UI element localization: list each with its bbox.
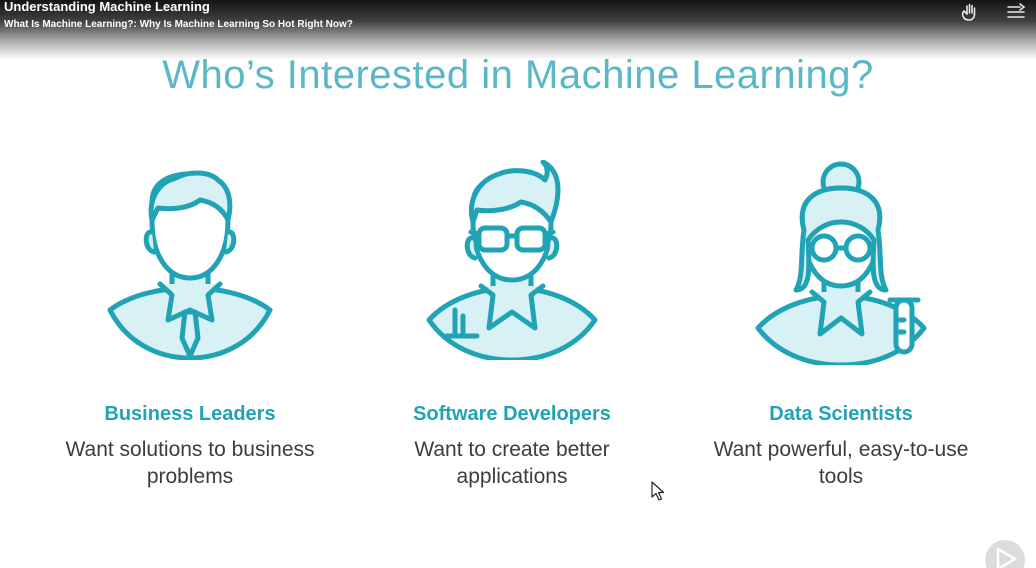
persona-name: Software Developers	[413, 403, 611, 425]
persona-description: Want to create better applications	[414, 438, 610, 488]
play-icon	[996, 547, 1017, 568]
menu-arrow-icon[interactable]	[1006, 2, 1028, 22]
data-scientist-icon	[755, 161, 927, 365]
persona-description: Want solutions to business problems	[65, 438, 315, 488]
video-player[interactable]: Understanding Machine Learning What Is M…	[0, 0, 1036, 568]
persona-name: Business Leaders	[104, 403, 276, 425]
course-title: Understanding Machine Learning	[4, 0, 210, 14]
business-leader-icon	[107, 170, 273, 360]
player-header: Understanding Machine Learning What Is M…	[0, 0, 1036, 60]
software-developer-icon	[426, 160, 598, 360]
persona-description: Want powerful, easy-to-use tools	[713, 438, 969, 488]
play-button[interactable]	[985, 540, 1025, 568]
clip-title: What Is Machine Learning?: Why Is Machin…	[4, 19, 353, 30]
persona-business-leaders: Business Leaders Want solutions to busin…	[40, 160, 340, 488]
persona-name: Data Scientists	[769, 403, 913, 425]
persona-data-scientists: Data Scientists Want powerful, easy-to-u…	[691, 160, 991, 488]
mouse-cursor-icon	[651, 481, 665, 501]
hand-raise-icon[interactable]	[959, 2, 981, 22]
persona-software-developers: Software Developers Want to create bette…	[362, 160, 662, 488]
